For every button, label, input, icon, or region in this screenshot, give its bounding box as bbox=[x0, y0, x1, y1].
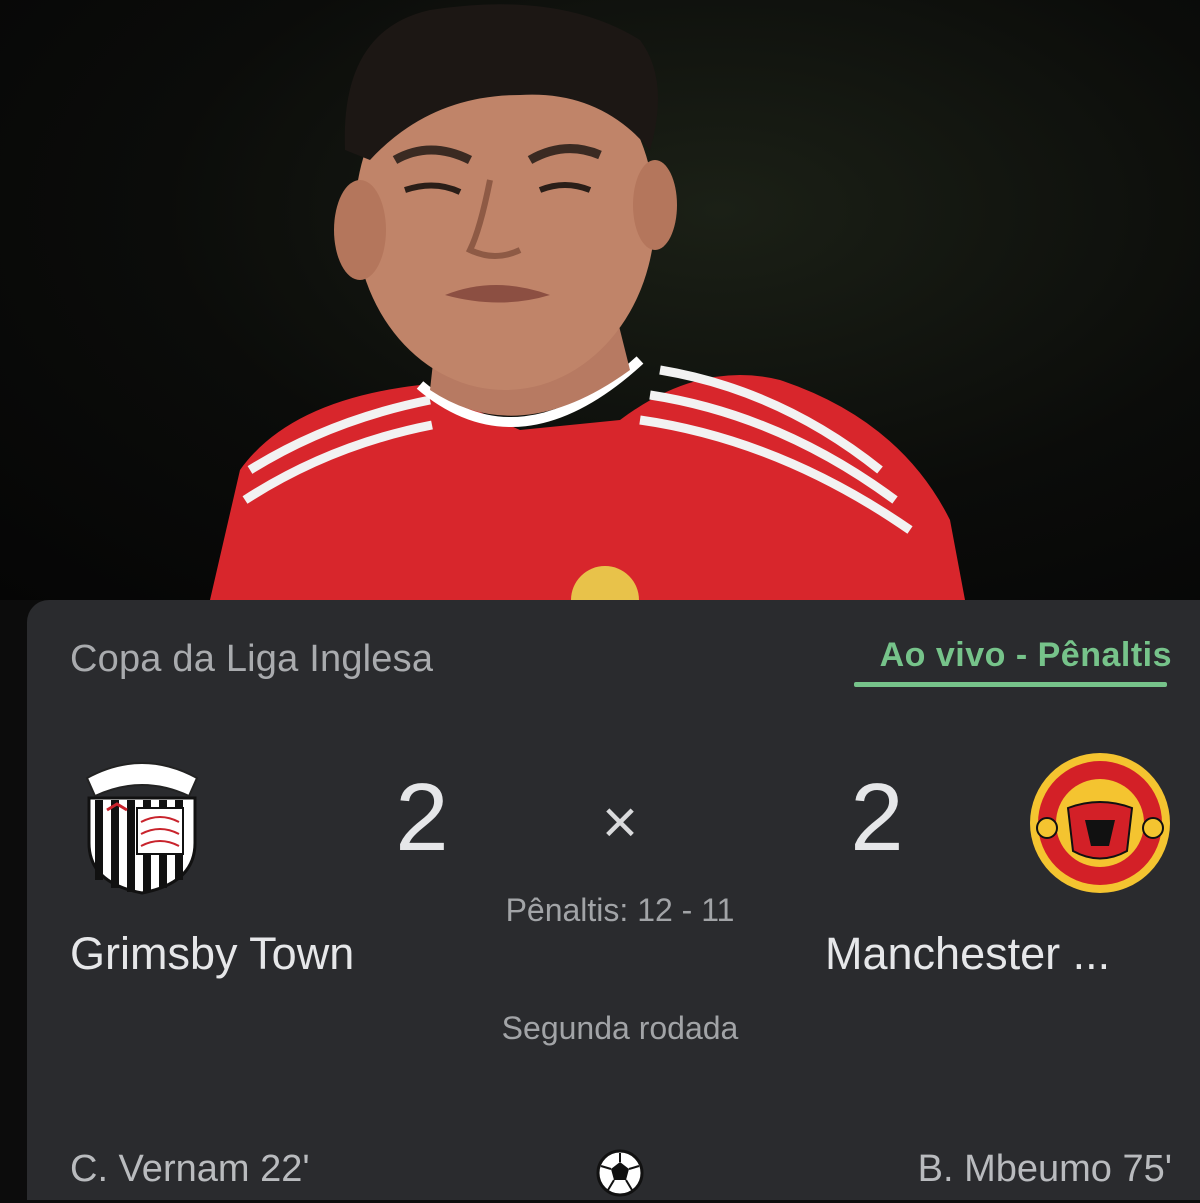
away-team-name[interactable]: Manchester ... bbox=[825, 928, 1110, 980]
status-underline bbox=[854, 682, 1167, 687]
player-photo bbox=[210, 4, 965, 600]
home-score: 2 bbox=[395, 764, 449, 871]
home-goal-scorer: C. Vernam 22' bbox=[70, 1148, 310, 1190]
home-team-name[interactable]: Grimsby Town bbox=[70, 928, 354, 980]
round-label: Segunda rodada bbox=[501, 1010, 739, 1046]
hero-photo[interactable] bbox=[0, 0, 1200, 600]
grimsby-town-crest bbox=[77, 748, 207, 903]
away-score: 2 bbox=[850, 764, 904, 871]
match-card[interactable]: Copa da Liga Inglesa Ao vivo - Pênaltis … bbox=[27, 600, 1200, 1200]
competition-name[interactable]: Copa da Liga Inglesa bbox=[70, 638, 433, 681]
score-separator: × bbox=[601, 788, 639, 857]
away-goal-scorer: B. Mbeumo 75' bbox=[917, 1148, 1172, 1190]
live-status[interactable]: Ao vivo - Pênaltis bbox=[880, 636, 1172, 675]
soccer-ball-icon bbox=[595, 1148, 645, 1203]
penalty-score: Pênaltis: 12 - 11 bbox=[505, 892, 735, 928]
manchester-united-crest bbox=[1025, 748, 1175, 903]
